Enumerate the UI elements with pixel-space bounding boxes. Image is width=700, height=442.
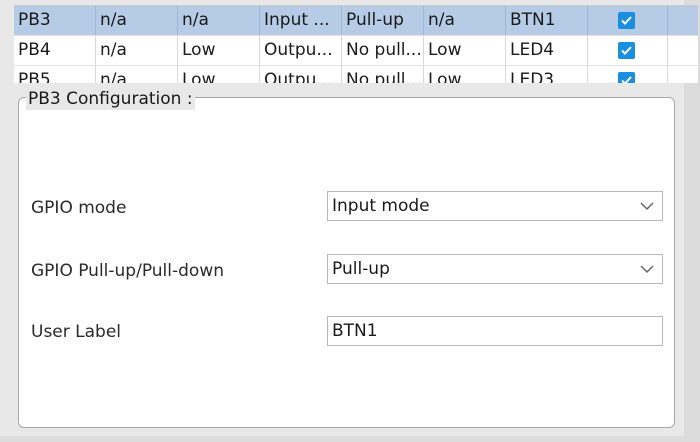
gpio-pull-select[interactable]: Pull-up — [327, 254, 663, 284]
checkmark-icon[interactable] — [618, 72, 635, 83]
panel-title: PB3 Configuration : — [26, 88, 195, 110]
cell-modified — [588, 6, 668, 35]
chevron-down-icon — [640, 265, 654, 274]
cell-user-label: LED3 — [506, 66, 588, 83]
pin-table: PB3 n/a n/a Input ... Pull-up n/a BTN1 P… — [14, 5, 698, 83]
gpio-pull-label: GPIO Pull-up/Pull-down — [31, 261, 225, 281]
gpio-mode-label: GPIO mode — [31, 198, 127, 218]
table-row[interactable]: PB3 n/a n/a Input ... Pull-up n/a BTN1 — [14, 6, 698, 36]
cell-pull: No pull... — [342, 36, 424, 65]
user-label-input[interactable]: BTN1 — [327, 316, 663, 346]
cell-speed: Low — [424, 36, 506, 65]
table-row[interactable]: PB4 n/a Low Outpu... No pull... Low LED4 — [14, 36, 698, 66]
user-label-label: User Label — [31, 322, 122, 342]
cell-mode: Outpu... — [260, 36, 342, 65]
cell-pull: No pull... — [342, 66, 424, 83]
gpio-mode-value: Input mode — [332, 196, 430, 216]
cell-gpio-state: n/a — [178, 6, 260, 35]
cell-mode: Input ... — [260, 6, 342, 35]
cell-output-level: n/a — [96, 36, 178, 65]
cell-pin: PB4 — [14, 36, 96, 65]
cell-user-label: BTN1 — [506, 6, 588, 35]
cell-gpio-state: Low — [178, 36, 260, 65]
user-label-value: BTN1 — [332, 321, 378, 341]
checkmark-icon[interactable] — [618, 42, 635, 59]
cell-modified — [588, 66, 668, 83]
bottom-edge — [0, 436, 700, 442]
cell-modified — [588, 36, 668, 65]
table-row[interactable]: PB5 n/a Low Outpu... No pull... Low LED3 — [14, 66, 698, 83]
cell-pin: PB3 — [14, 6, 96, 35]
checkmark-icon[interactable] — [618, 12, 635, 29]
gpio-pull-value: Pull-up — [332, 259, 390, 279]
cell-pull: Pull-up — [342, 6, 424, 35]
chevron-down-icon — [640, 202, 654, 211]
cell-speed: Low — [424, 66, 506, 83]
cell-pin: PB5 — [14, 66, 96, 83]
cell-output-level: n/a — [96, 66, 178, 83]
cell-user-label: LED4 — [506, 36, 588, 65]
cell-gpio-state: Low — [178, 66, 260, 83]
gpio-mode-select[interactable]: Input mode — [327, 191, 663, 221]
cell-mode: Outpu... — [260, 66, 342, 83]
cell-output-level: n/a — [96, 6, 178, 35]
cell-speed: n/a — [424, 6, 506, 35]
